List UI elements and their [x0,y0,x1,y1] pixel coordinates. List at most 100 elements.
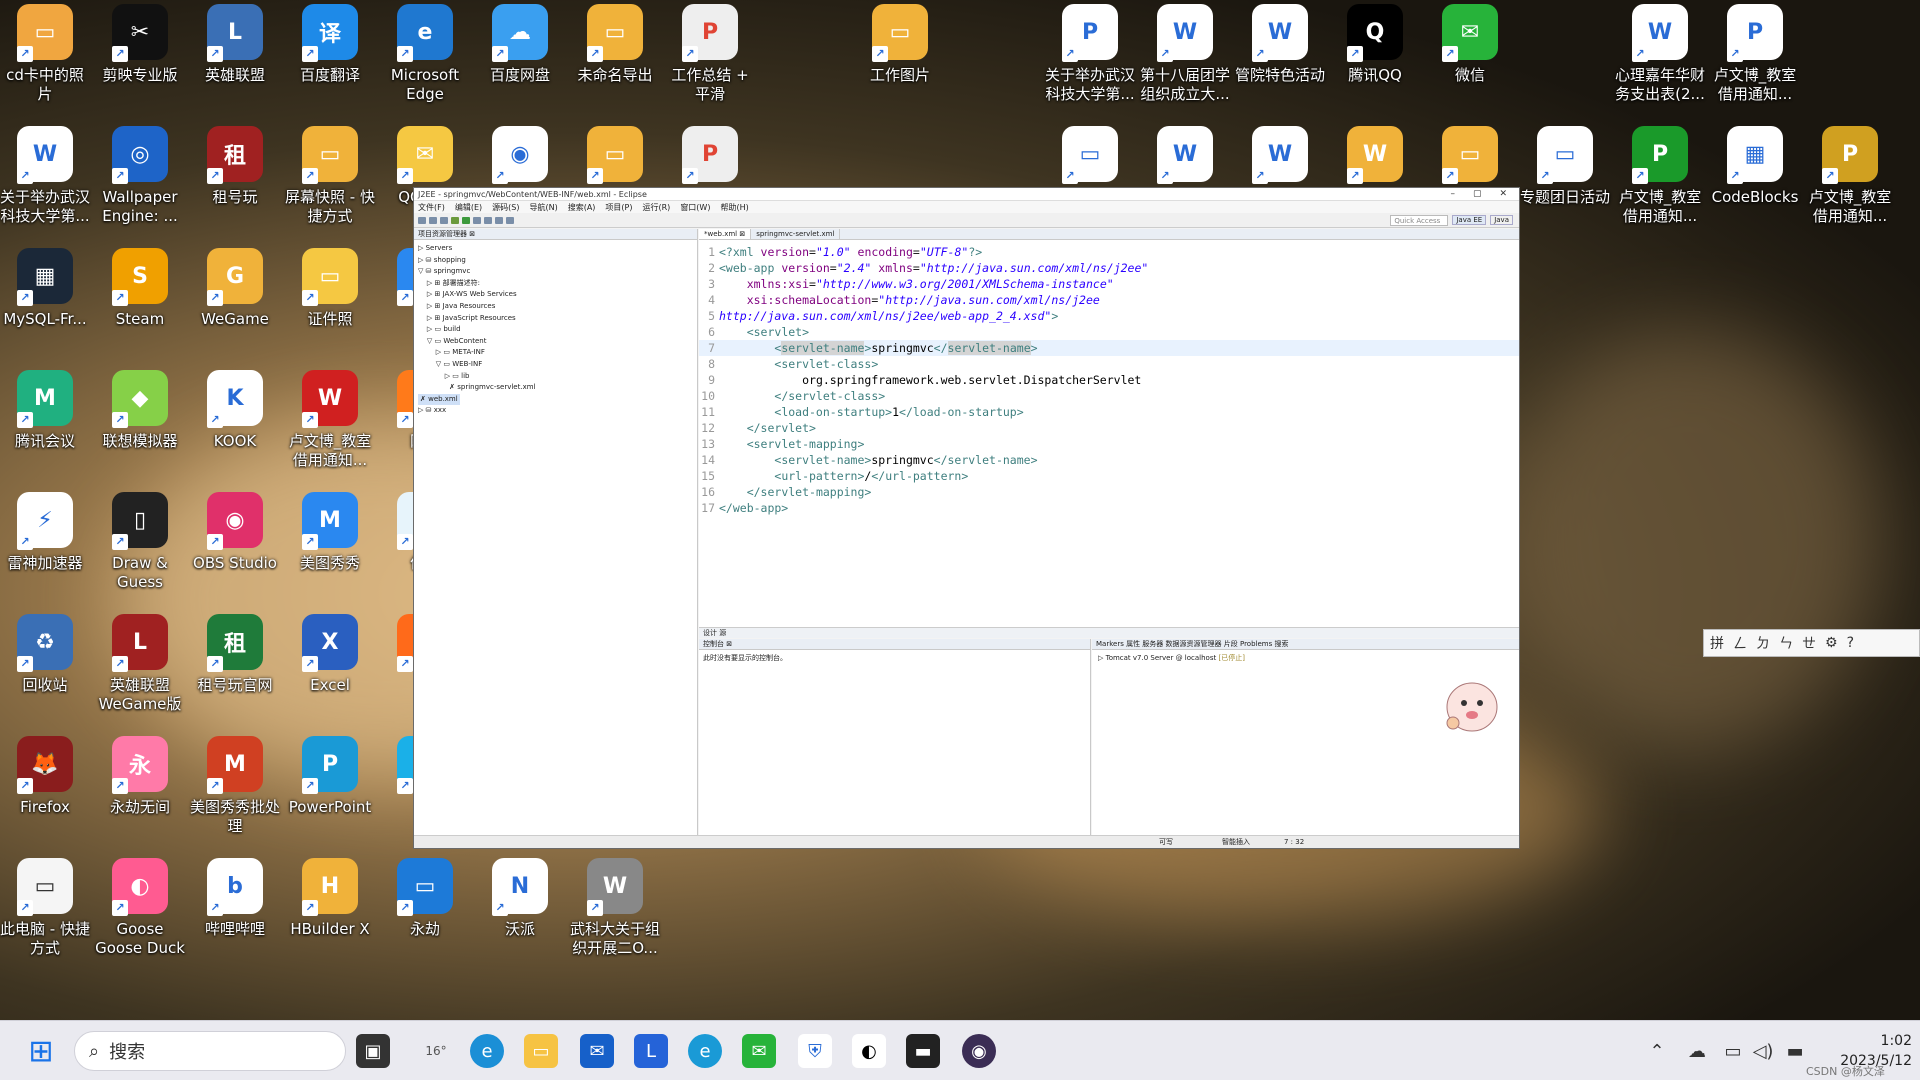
desktop-icon[interactable]: 🦊 ↗ Firefox [0,732,90,850]
edge-dev-icon[interactable]: e [688,1034,722,1068]
tree-item[interactable]: ✗ springmvc-servlet.xml [418,382,693,394]
perspective-javaee[interactable]: Java EE [1452,215,1487,225]
code-area[interactable]: 1 <?xml version="1.0" encoding="UTF-8"?> 2… [699,240,1519,516]
tray-app-icon[interactable]: ☁ [1680,1034,1714,1068]
server-icon[interactable] [473,216,481,224]
ime-button[interactable]: ㄣ [1779,633,1793,653]
tree-item[interactable]: ✗ web.xml [418,393,693,406]
desktop-icon[interactable]: M ↗ 美图秀秀 [285,488,375,606]
desktop-icon[interactable]: P ↗ 卢文博_教室借用通知... [1615,122,1705,240]
editor-design-source-tabs[interactable]: 设计 源 [699,627,1519,638]
tree-item[interactable]: ▽ ⛁ springmvc [418,266,693,278]
desktop-icon[interactable]: W ↗ 武科大关于组织开展二O... [570,854,660,972]
desktop-icon[interactable]: ◉ ↗ OBS Studio [190,488,280,606]
tree-item[interactable]: ▷ ⛁ xxx [418,405,693,417]
code-line[interactable]: 12 </servlet> [699,420,1519,436]
search-icon[interactable] [484,216,492,224]
debug-icon[interactable] [451,216,459,224]
tree-item[interactable]: ▷ ▭ META-INF [418,347,693,359]
start-windows-icon[interactable]: ⊞ [24,1034,58,1069]
desktop-icon[interactable]: ▭ ↗ 专题团日活动 [1520,122,1610,240]
desktop-icon[interactable]: W ↗ 心理嘉年华财务支出表(2... [1615,0,1705,118]
desktop-icon[interactable]: ▦ ↗ MySQL-Fr... [0,244,90,362]
menu-item[interactable]: 运行(R) [643,202,671,213]
server-row[interactable]: ▷ Tomcat v7.0 Server @ localhost [已停止] [1092,650,1519,666]
desktop-icon[interactable]: P ↗ 卢文博_教室借用通知... [1710,0,1800,118]
code-line[interactable]: 10 </servlet-class> [699,388,1519,404]
menu-item[interactable]: 导航(N) [529,202,557,213]
tab-web-xml[interactable]: *web.xml ⊠ [699,229,752,239]
code-line[interactable]: 9 org.springframework.web.servlet.Dispat… [699,372,1519,388]
tray-expand-icon[interactable]: ⌃ [1640,1034,1674,1068]
ime-toolbar[interactable]: 拼ㄥㄉㄣㄝ ⚙? [1703,629,1920,657]
menu-item[interactable]: 窗口(W) [680,202,710,213]
menu-item[interactable]: 源码(S) [492,202,519,213]
desktop-icon[interactable]: b ↗ 哔哩哔哩 [190,854,280,972]
mail-icon[interactable]: ✉ [580,1034,614,1068]
code-line[interactable]: 15 <url-pattern>/</url-pattern> [699,468,1519,484]
tree-item-selected[interactable]: ✗ web.xml [418,393,460,406]
close-icon[interactable]: ✕ [1499,189,1507,199]
desktop-icon[interactable]: P ↗ 关于举办武汉科技大学第... [1045,0,1135,118]
desktop-icon[interactable]: N ↗ 沃派 [475,854,565,972]
tree-item[interactable]: ▷ ▭ lib [418,371,693,383]
desktop-icon[interactable]: M ↗ 美图秀秀批处理 [190,732,280,850]
tree-item[interactable]: ▷ ⊞ JavaScript Resources [418,313,693,325]
desktop-icon[interactable]: W ↗ 卢文博_教室借用通知... [285,366,375,484]
desktop-icon[interactable]: ▭ ↗ 工作图片 [855,0,945,118]
quick-access-input[interactable]: Quick Access [1390,214,1449,226]
code-line[interactable]: 16 </servlet-mapping> [699,484,1519,500]
menu-item[interactable]: 帮助(H) [720,202,748,213]
menu-item[interactable]: 编辑(E) [455,202,482,213]
file-explorer-icon[interactable]: ▭ [524,1034,558,1068]
tree-item[interactable]: ▷ ▭ build [418,324,693,336]
desktop-icon[interactable]: Q ↗ 腾讯QQ [1330,0,1420,118]
code-line[interactable]: 7 <servlet-name>springmvc</servlet-name> [699,340,1519,356]
ime-button[interactable]: ㄝ [1802,633,1816,653]
menu-item[interactable]: 项目(P) [605,202,632,213]
tree-item[interactable]: ▷ Servers [418,243,693,255]
tab-springmvc-servlet-xml[interactable]: springmvc-servlet.xml [751,229,841,239]
desktop-icon[interactable]: ▭ ↗ 未命名导出 [570,0,660,118]
desktop-icon[interactable]: ▭ ↗ cd卡中的照片 [0,0,90,118]
desktop-icon[interactable]: 租 ↗ 租号玩官网 [190,610,280,728]
code-line[interactable]: 3 xmlns:xsi="http://www.w3.org/2001/XMLS… [699,276,1519,292]
ime-button[interactable]: ⚙ [1825,635,1838,651]
ime-button[interactable]: 拼 [1710,633,1724,653]
eclipse-title-bar[interactable]: J2EE - springmvc/WebContent/WEB-INF/web.… [414,188,1519,201]
project-explorer-tab[interactable]: 项目资源管理器 ⊠ [414,229,697,240]
desktop-icon[interactable]: P ↗ 工作总结 + 平滑 [665,0,755,118]
new-icon[interactable] [418,216,426,224]
code-line[interactable]: 2 <web-app version="2.4" xmlns="http://ja… [699,260,1519,276]
code-line[interactable]: 1 <?xml version="1.0" encoding="UTF-8"?> [699,244,1519,260]
desktop-icon[interactable]: ▭ ↗ 此电脑 - 快捷方式 [0,854,90,972]
xml-editor[interactable]: *web.xml ⊠ springmvc-servlet.xml 1 <?xml … [699,229,1519,627]
qq-icon[interactable]: ◐ [852,1034,886,1068]
task-view-icon[interactable]: ▣ [356,1034,390,1068]
terminal-icon[interactable]: ▬ [906,1034,940,1068]
desktop-icon[interactable]: 永 ↗ 永劫无间 [95,732,185,850]
desktop-icon[interactable]: ▭ ↗ 屏幕快照 - 快捷方式 [285,122,375,240]
perspective-java[interactable]: Java [1490,215,1513,225]
forward-icon[interactable] [506,216,514,224]
wechat-icon[interactable]: ✉ [742,1034,776,1068]
edge-icon[interactable]: e [470,1034,504,1068]
network-icon[interactable]: ▭ [1716,1034,1750,1068]
desktop-icon[interactable]: ✂ ↗ 剪映专业版 [95,0,185,118]
tree-item[interactable]: ▷ ⊞ 部署描述符: [418,278,693,290]
desktop-icon[interactable]: ▦ ↗ CodeBlocks [1710,122,1800,240]
run-icon[interactable] [462,216,470,224]
desktop-icon[interactable]: H ↗ HBuilder X [285,854,375,972]
ime-button[interactable]: ? [1847,635,1854,651]
desktop-icon[interactable]: 租 ↗ 租号玩 [190,122,280,240]
code-line[interactable]: 13 <servlet-mapping> [699,436,1519,452]
desktop-icon[interactable]: ♻ ↗ 回收站 [0,610,90,728]
volume-icon[interactable]: ◁) [1746,1034,1780,1068]
code-line[interactable]: 5 http://java.sun.com/xml/ns/j2ee/web-app… [699,308,1519,324]
print-icon[interactable] [440,216,448,224]
desktop-icon[interactable]: 译 ↗ 百度翻译 [285,0,375,118]
minimize-icon[interactable]: – [1450,189,1455,199]
taskbar-search[interactable]: ⌕ 搜索 [74,1031,346,1071]
desktop-icon[interactable]: ✉ ↗ 微信 [1425,0,1515,118]
servers-tabs[interactable]: Markers 属性 服务器 数据源资源管理器 片段 Problems 搜索 [1092,639,1519,650]
